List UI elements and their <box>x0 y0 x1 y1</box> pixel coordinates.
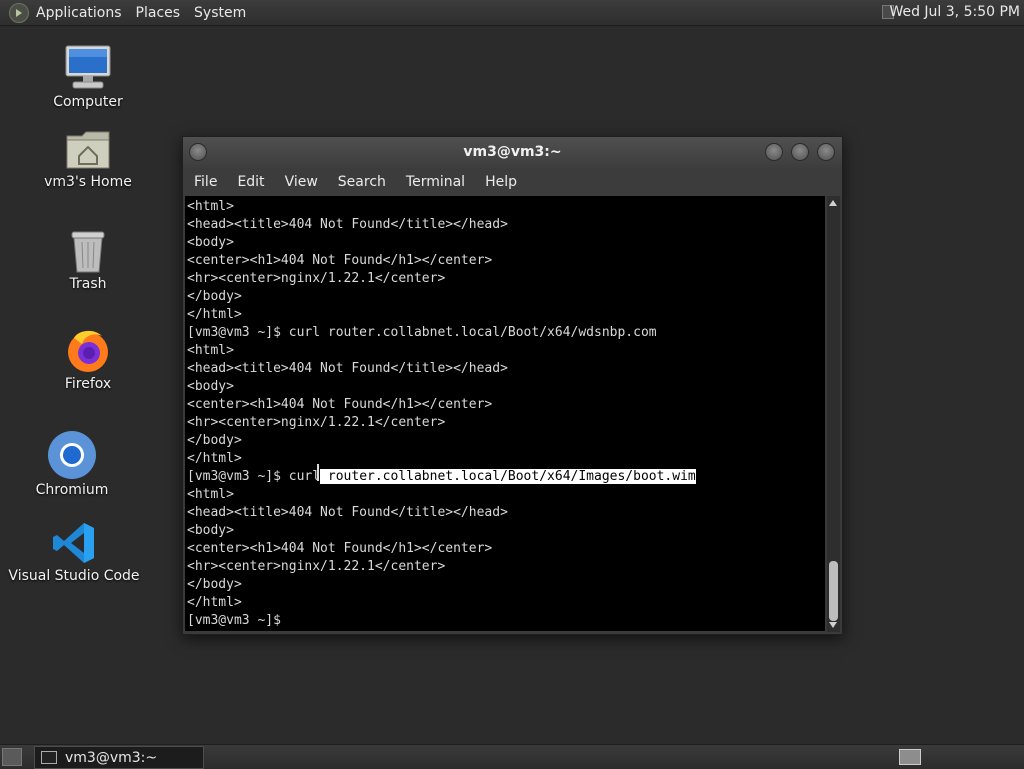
terminal-window: vm3@vm3:~ File Edit View Search Terminal… <box>182 136 843 635</box>
chromium-icon <box>48 431 96 479</box>
terminal-prompt: [vm3@vm3 ~]$ <box>187 613 281 628</box>
bottom-panel: vm3@vm3:~ <box>0 744 1024 769</box>
terminal-line: </html> <box>187 595 242 610</box>
terminal-line: <hr><center>nginx/1.22.1</center> <box>187 415 446 430</box>
terminal-line: <hr><center>nginx/1.22.1</center> <box>187 271 446 286</box>
text-cursor-icon <box>317 464 319 481</box>
places-menu[interactable]: Places <box>136 5 181 21</box>
taskbar-terminal-button[interactable]: vm3@vm3:~ <box>34 746 204 769</box>
terminal-command-line: [vm3@vm3 ~]$ curl router.collabnet.local… <box>187 468 696 486</box>
home-folder-icon <box>66 131 110 169</box>
terminal-line: <center><h1>404 Not Found</h1></center> <box>187 541 493 556</box>
terminal-line: <body> <box>187 235 234 250</box>
menu-terminal[interactable]: Terminal <box>396 174 475 190</box>
terminal-line: <body> <box>187 379 234 394</box>
terminal-line: <center><h1>404 Not Found</h1></center> <box>187 253 493 268</box>
show-desktop-icon[interactable] <box>2 748 22 766</box>
firefox-icon <box>68 330 108 372</box>
desktop-icon-label: vm3's Home <box>44 174 132 190</box>
terminal-line: <html> <box>187 343 234 358</box>
desktop-icon-trash[interactable]: Trash <box>18 228 158 292</box>
terminal-command-line: [vm3@vm3 ~]$ curl router.collabnet.local… <box>187 325 657 340</box>
desktop-icon-chromium[interactable]: Chromium <box>2 430 142 498</box>
terminal-menubar: File Edit View Search Terminal Help <box>183 168 842 196</box>
desktop-icon-home[interactable]: vm3's Home <box>18 128 158 190</box>
computer-icon <box>65 45 111 89</box>
selected-text[interactable]: router.collabnet.local/Boot/x64/Images/b… <box>320 469 696 484</box>
vscode-icon <box>53 523 94 563</box>
system-menu[interactable]: System <box>194 5 246 21</box>
minimize-button[interactable] <box>765 143 783 161</box>
top-panel: Applications Places System Wed Jul 3, 5:… <box>0 0 1024 26</box>
terminal-line: </html> <box>187 307 242 322</box>
close-button[interactable] <box>817 143 835 161</box>
applications-menu[interactable]: Applications <box>36 5 122 21</box>
desktop-icon-label: Trash <box>69 276 107 292</box>
scroll-down-arrow-icon[interactable] <box>829 622 837 628</box>
desktop-icon-firefox[interactable]: Firefox <box>18 326 158 392</box>
desktop-icon-label: Computer <box>53 94 123 110</box>
maximize-button[interactable] <box>791 143 809 161</box>
desktop-icon-vscode[interactable]: Visual Studio Code <box>4 520 144 584</box>
clock[interactable]: Wed Jul 3, 5:50 PM <box>889 4 1020 20</box>
desktop-icon-label: Visual Studio Code <box>8 568 140 584</box>
terminal-line: <html> <box>187 487 234 502</box>
terminal-line: <body> <box>187 523 234 538</box>
terminal-line: <head><title>404 Not Found</title></head… <box>187 505 508 520</box>
menu-edit[interactable]: Edit <box>227 174 274 190</box>
terminal-line: </body> <box>187 433 242 448</box>
terminal-command-prefix: [vm3@vm3 ~]$ curl <box>187 469 321 484</box>
terminal-line: <center><h1>404 Not Found</h1></center> <box>187 397 493 412</box>
menu-file[interactable]: File <box>183 174 227 190</box>
desktop-icon-label: Chromium <box>35 482 109 498</box>
terminal-line: <head><title>404 Not Found</title></head… <box>187 217 508 232</box>
scrollbar-thumb[interactable] <box>829 561 838 621</box>
terminal-scrollbar[interactable] <box>827 196 840 632</box>
gnome-foot-icon[interactable] <box>9 2 29 23</box>
terminal-line: </body> <box>187 577 242 592</box>
window-titlebar[interactable]: vm3@vm3:~ <box>183 137 842 168</box>
terminal-line: <html> <box>187 199 234 214</box>
terminal-line: <head><title>404 Not Found</title></head… <box>187 361 508 376</box>
terminal-line: <hr><center>nginx/1.22.1</center> <box>187 559 446 574</box>
terminal-line: </html> <box>187 451 242 466</box>
menu-help[interactable]: Help <box>475 174 527 190</box>
terminal-line: </body> <box>187 289 242 304</box>
terminal-output[interactable]: <html> <head><title>404 Not Found</title… <box>185 196 825 631</box>
desktop-icon-label: Firefox <box>64 376 112 392</box>
menu-search[interactable]: Search <box>328 174 396 190</box>
taskbar-button-label: vm3@vm3:~ <box>65 749 158 766</box>
window-title: vm3@vm3:~ <box>463 144 562 160</box>
desktop-icon-computer[interactable]: Computer <box>18 44 158 110</box>
scroll-up-arrow-icon[interactable] <box>829 200 837 206</box>
trash-icon <box>71 231 105 273</box>
terminal-icon <box>41 751 57 764</box>
workspace-switcher[interactable] <box>899 749 921 765</box>
menu-view[interactable]: View <box>275 174 328 190</box>
